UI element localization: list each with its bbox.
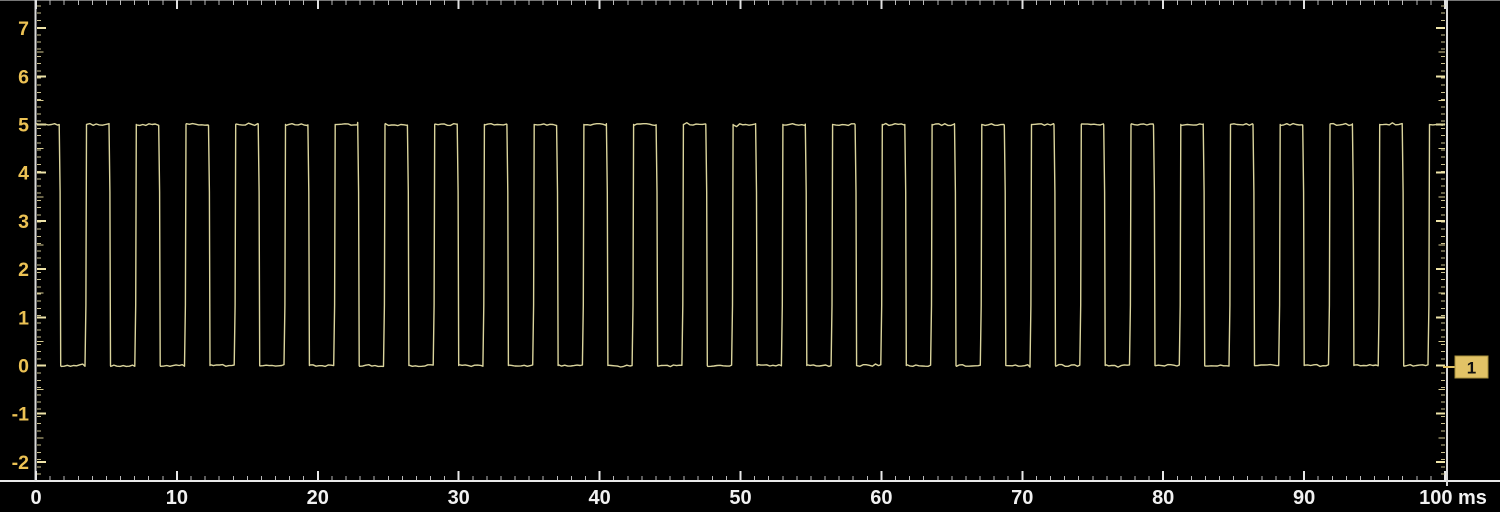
- y-tick-label: 3: [18, 211, 29, 233]
- x-tick-label: 100 ms: [1419, 487, 1487, 509]
- waveform-trace-group: [36, 123, 1445, 368]
- y-tick-label: 2: [18, 259, 29, 281]
- channel-1-marker[interactable]: 1: [1443, 356, 1488, 378]
- y-tick-label: 0: [18, 356, 29, 378]
- y-tick-label: -2: [12, 452, 29, 474]
- y-tick-label: 1: [18, 307, 29, 329]
- y-tick-label: -1: [12, 404, 29, 426]
- x-tick-label: 90: [1293, 487, 1315, 509]
- x-tick-label: 60: [870, 487, 892, 509]
- y-tick-label: 5: [18, 115, 29, 137]
- x-tick-label: 10: [166, 487, 188, 509]
- channel-marker-label: 1: [1467, 359, 1476, 378]
- x-tick-label: 80: [1152, 487, 1174, 509]
- oscilloscope-display: 76543210-1-20102030405060708090100 ms 1: [0, 0, 1500, 512]
- graticule-axes: [0, 0, 1500, 486]
- y-tick-label: 4: [18, 163, 29, 185]
- waveform-trace: [36, 123, 1445, 368]
- x-tick-label: 40: [588, 487, 610, 509]
- x-tick-label: 20: [307, 487, 329, 509]
- y-tick-label: 6: [18, 66, 29, 88]
- axis-labels: 76543210-1-20102030405060708090100 ms: [12, 18, 1487, 509]
- y-tick-label: 7: [18, 18, 29, 40]
- waveform-plot: 76543210-1-20102030405060708090100 ms 1: [0, 0, 1500, 512]
- x-tick-label: 30: [448, 487, 470, 509]
- x-tick-label: 70: [1011, 487, 1033, 509]
- x-tick-label: 0: [30, 487, 41, 509]
- x-tick-label: 50: [729, 487, 751, 509]
